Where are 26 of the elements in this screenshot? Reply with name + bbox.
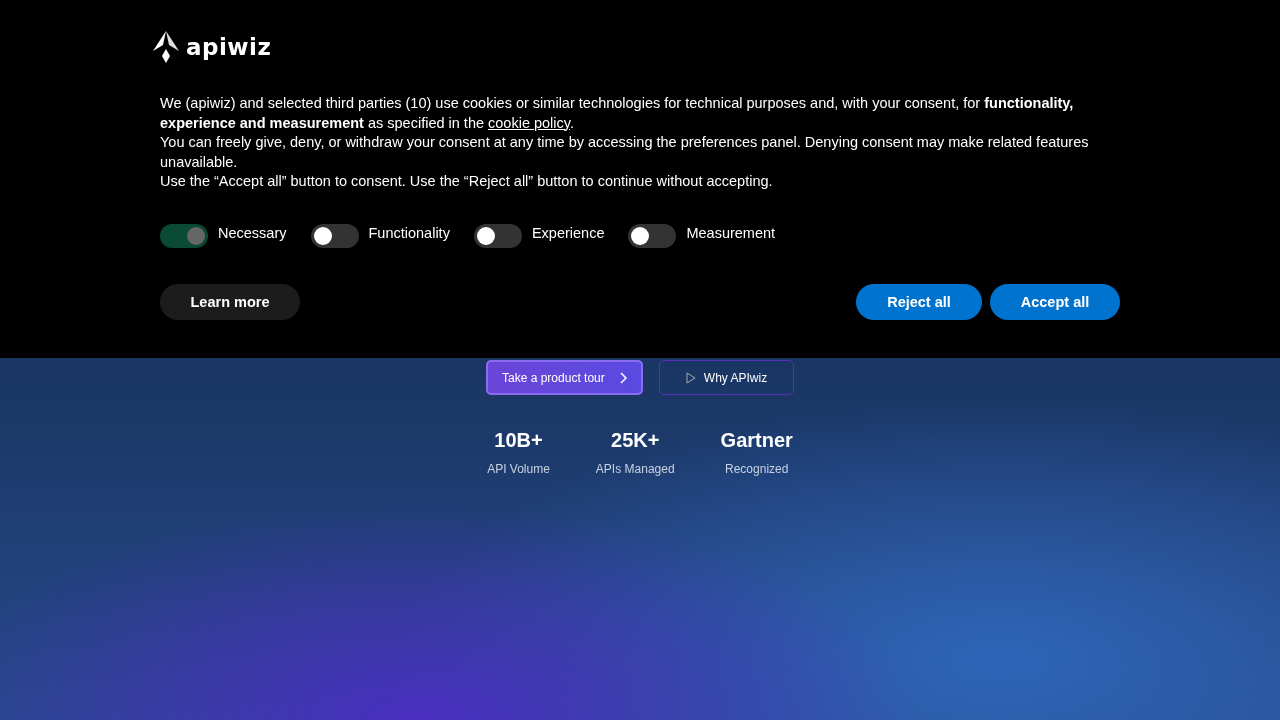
stat-label: API Volume [487, 462, 550, 476]
consent-text: You can freely give, deny, or withdraw your consent at any time by accessing the preferences panel. Denying consent may make related features unavailable. [160, 133, 1090, 172]
why-button[interactable]: Why APIwiz [659, 360, 794, 395]
toggle-label: Functionality [368, 223, 450, 242]
consent-text: We (apiwiz) and selected third parties (10) use cookies or similar technologies for technical purposes and, with your consent, for functionality, experience and measurement as specified in the cookie policy. [160, 94, 1075, 133]
consent-text: Use the “Accept all” button to consent. Use the “Reject all” button to continue without accepting. [160, 172, 774, 192]
chevron-right-icon [619, 371, 627, 384]
cookie-policy-link[interactable]: cookie policy [488, 114, 570, 131]
toggle-switch[interactable] [310, 223, 359, 248]
play-icon [685, 371, 696, 384]
stat-value: 25K+ [611, 429, 660, 452]
toggle-switch[interactable] [473, 223, 522, 248]
toggle-switch[interactable] [628, 223, 677, 248]
toggle-label: Measurement [686, 223, 776, 242]
toggle-label: Necessary [218, 223, 287, 242]
reject-all-button[interactable]: Reject all [856, 283, 982, 320]
stat-label: APIs Managed [595, 462, 675, 476]
toggle-label: Experience [531, 223, 605, 242]
product-tour-button[interactable]: Take a product tour [486, 360, 643, 395]
learn-more-button[interactable]: Learn more [160, 283, 300, 320]
logo-text: apiwiz [186, 34, 272, 60]
accept-all-button[interactable]: Accept all [990, 283, 1120, 320]
stat-value: Gartner [720, 429, 793, 452]
stat-label: Recognized [725, 462, 789, 476]
stat-value: 10B+ [494, 429, 543, 452]
logo-icon [152, 31, 180, 63]
